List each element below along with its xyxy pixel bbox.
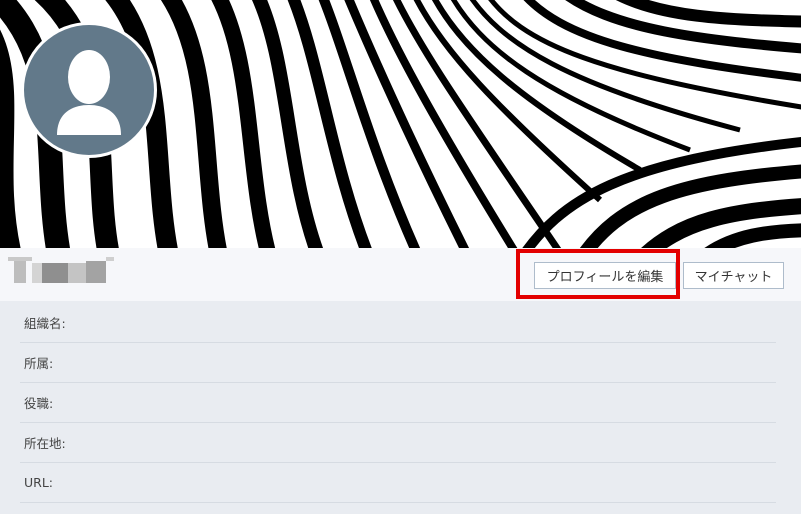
my-chat-button[interactable]: マイチャット — [683, 262, 784, 289]
detail-label: 所属: — [24, 356, 54, 371]
detail-row-location: 所在地: — [20, 423, 776, 463]
detail-label: 組織名: — [24, 315, 66, 331]
detail-label: 役職: — [24, 396, 54, 411]
profile-details-list: 組織名: 所属: 役職: 所在地: URL: — [20, 302, 776, 503]
detail-row-position: 役職: — [20, 383, 776, 423]
edit-profile-button[interactable]: プロフィールを編集 — [534, 262, 676, 289]
user-silhouette-icon — [57, 50, 121, 135]
detail-row-organization: 組織名: — [20, 302, 776, 343]
detail-row-department: 所属: — [20, 343, 776, 383]
avatar[interactable] — [21, 22, 157, 158]
redacted-user-name — [8, 257, 114, 283]
detail-row-url: URL: — [20, 463, 776, 503]
profile-header-bar — [0, 248, 801, 301]
detail-label: URL: — [24, 475, 54, 490]
detail-label: 所在地: — [24, 436, 66, 451]
